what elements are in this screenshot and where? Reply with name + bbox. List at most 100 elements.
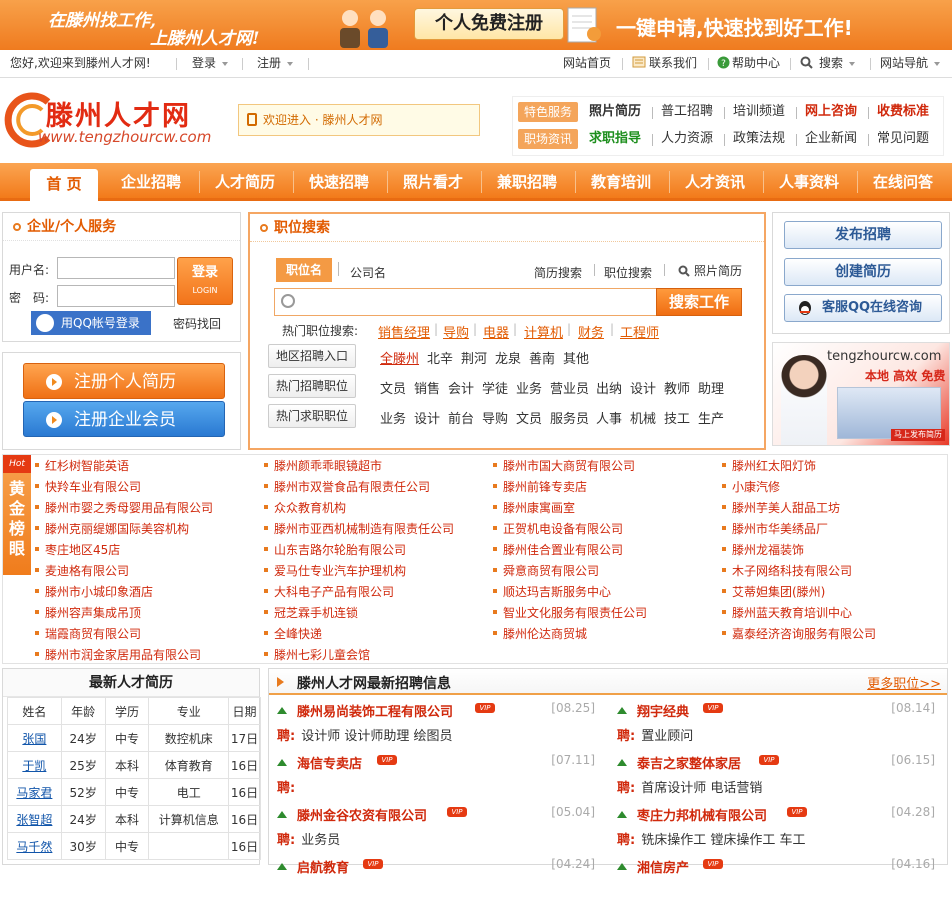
nav-talent-news[interactable]: 人才资讯 xyxy=(670,163,760,201)
job-company[interactable]: 枣庄力邦机械有限公司 xyxy=(637,805,767,824)
hot-seeking-item[interactable]: 文员 xyxy=(516,408,542,427)
company-link[interactable]: 智业文化服务有限责任公司 xyxy=(491,604,647,621)
company-link[interactable]: 山东吉路尔轮胎有限公司 xyxy=(262,541,406,558)
quick-link-job-guide[interactable]: 求职指导 xyxy=(589,126,641,152)
job-company[interactable]: 启航教育 xyxy=(297,857,349,876)
company-link[interactable]: 全峰快递 xyxy=(262,625,322,642)
region-item[interactable]: 其他 xyxy=(563,348,589,367)
contact-link[interactable]: 联系我们 xyxy=(632,50,697,77)
company-link[interactable]: 滕州蓝天教育培训中心 xyxy=(720,604,852,621)
company-link[interactable]: 爱马仕专业汽车护理机构 xyxy=(262,562,406,579)
create-resume-button[interactable]: 创建简历 xyxy=(784,258,942,286)
nav-resumes[interactable]: 人才简历 xyxy=(200,163,290,201)
hot-hiring-item[interactable]: 营业员 xyxy=(550,378,589,397)
quick-link-photo-resume[interactable]: 照片简历 xyxy=(589,99,641,125)
job-positions[interactable]: 聘: xyxy=(277,777,301,796)
quick-link-hr[interactable]: 人力资源 xyxy=(661,126,713,152)
qq-support-button[interactable]: 客服QQ在线咨询 xyxy=(784,294,942,322)
login-button[interactable]: 登录 LOGIN xyxy=(177,257,233,305)
company-link[interactable]: 冠芝霖手机连锁 xyxy=(262,604,358,621)
company-link[interactable]: 滕州芋美人甜品工坊 xyxy=(720,499,840,516)
region-item[interactable]: 全滕州 xyxy=(380,348,419,367)
username-input[interactable] xyxy=(57,257,175,279)
resume-search-link[interactable]: 简历搜索 xyxy=(534,264,582,281)
quick-link-faq[interactable]: 常见问题 xyxy=(877,126,929,152)
company-link[interactable]: 滕州佳合置业有限公司 xyxy=(491,541,623,558)
company-link[interactable]: 众众教育机构 xyxy=(262,499,346,516)
quick-link-worker-jobs[interactable]: 普工招聘 xyxy=(661,99,713,125)
free-register-button[interactable]: 个人免费注册 xyxy=(414,8,564,40)
company-link[interactable]: 滕州市润金家居用品有限公司 xyxy=(33,646,201,663)
company-link[interactable]: 滕州前锋专卖店 xyxy=(491,478,587,495)
hot-hiring-item[interactable]: 教师 xyxy=(664,378,690,397)
company-link[interactable]: 滕州红太阳灯饰 xyxy=(720,457,816,474)
hot-seeking-item[interactable]: 导购 xyxy=(482,408,508,427)
job-positions[interactable]: 聘: 置业顾问 xyxy=(617,725,693,744)
job-positions[interactable]: 聘: 铣床操作工 镗床操作工 车工 xyxy=(617,829,805,848)
company-link[interactable]: 顺达玛吉斯服务中心 xyxy=(491,583,611,600)
nav-home[interactable]: 首 页 xyxy=(30,169,98,201)
nav-education[interactable]: 教育培训 xyxy=(576,163,666,201)
table-row[interactable]: 张国 24岁 中专 数控机床 17日 xyxy=(7,724,261,752)
job-company[interactable]: 滕州金谷农资有限公司 xyxy=(297,805,427,824)
company-link[interactable]: 滕州市双誉食品有限责任公司 xyxy=(262,478,430,495)
hot-seeking-item[interactable]: 技工 xyxy=(664,408,690,427)
company-link[interactable]: 滕州容声集成吊顶 xyxy=(33,604,141,621)
company-link[interactable]: 小康汽修 xyxy=(720,478,780,495)
region-item[interactable]: 龙泉 xyxy=(495,348,521,367)
hot-hiring-item[interactable]: 学徒 xyxy=(482,378,508,397)
nav-photo-talent[interactable]: 照片看才 xyxy=(388,163,478,201)
resume-name[interactable]: 马家君 xyxy=(7,778,62,806)
help-link[interactable]: ? 帮助中心 xyxy=(717,50,780,77)
hot-hiring-item[interactable]: 出纳 xyxy=(596,378,622,397)
job-company[interactable]: 海信专卖店 xyxy=(297,753,362,772)
hot-seeking-item[interactable]: 前台 xyxy=(448,408,474,427)
company-link[interactable]: 滕州市华美绣品厂 xyxy=(720,520,828,537)
hot-hiring-item[interactable]: 会计 xyxy=(448,378,474,397)
publish-job-button[interactable]: 发布招聘 xyxy=(784,221,942,249)
company-link[interactable]: 滕州伦达商贸城 xyxy=(491,625,587,642)
nav-hr-docs[interactable]: 人事资料 xyxy=(764,163,854,201)
region-item[interactable]: 荆河 xyxy=(461,348,487,367)
job-positions[interactable]: 聘: 业务员 xyxy=(277,829,340,848)
hot-keyword[interactable]: 工程师 xyxy=(620,322,659,341)
tab-company-name[interactable]: 公司名 xyxy=(350,264,386,281)
search-link[interactable]: 搜索 xyxy=(800,50,856,77)
company-link[interactable]: 快羚车业有限公司 xyxy=(33,478,141,495)
promo-banner[interactable]: tengzhourcw.com 本地 高效 免费 马上发布简历 xyxy=(772,342,950,446)
job-positions[interactable]: 聘: 首席设计师 电话营销 xyxy=(617,777,762,796)
hot-hiring-item[interactable]: 文员 xyxy=(380,378,406,397)
register-link[interactable]: 注册 xyxy=(257,50,294,77)
hot-seeking-item[interactable]: 服务员 xyxy=(550,408,589,427)
region-item[interactable]: 北辛 xyxy=(427,348,453,367)
table-row[interactable]: 马家君 52岁 中专 电工 16日 xyxy=(7,778,261,806)
search-job-button[interactable]: 搜索工作 xyxy=(656,288,742,316)
hot-seeking-item[interactable]: 设计 xyxy=(414,408,440,427)
company-link[interactable]: 红杉树智能英语 xyxy=(33,457,129,474)
photo-resume-link[interactable]: 照片简历 xyxy=(678,262,742,279)
job-company[interactable]: 翔宇经典 xyxy=(637,701,689,720)
resume-name[interactable]: 马千然 xyxy=(7,832,62,860)
company-link[interactable]: 艾蒂妲集团(滕州) xyxy=(720,583,825,600)
hot-keyword[interactable]: 销售经理 xyxy=(378,322,430,341)
hot-keyword[interactable]: 财务 xyxy=(578,322,604,341)
job-search-link[interactable]: 职位搜索 xyxy=(604,264,652,281)
quick-link-policy[interactable]: 政策法规 xyxy=(733,126,785,152)
quick-link-company-news[interactable]: 企业新闻 xyxy=(805,126,857,152)
company-link[interactable]: 枣庄地区45店 xyxy=(33,541,120,558)
company-link[interactable]: 滕州七彩儿童会馆 xyxy=(262,646,370,663)
hot-keyword[interactable]: 电器 xyxy=(483,322,509,341)
company-link[interactable]: 木子网络科技有限公司 xyxy=(720,562,852,579)
more-jobs-link[interactable]: 更多职位>> xyxy=(867,673,941,692)
find-password-link[interactable]: 密码找回 xyxy=(173,315,221,332)
nav-parttime[interactable]: 兼职招聘 xyxy=(482,163,572,201)
company-link[interactable]: 麦迪格有限公司 xyxy=(33,562,129,579)
resume-name[interactable]: 张国 xyxy=(7,724,62,752)
site-logo[interactable]: 滕州人才网 www.tengzhourcw.com xyxy=(4,88,234,154)
company-link[interactable]: 滕州市婴之秀母婴用品有限公司 xyxy=(33,499,213,516)
hot-hiring-item[interactable]: 销售 xyxy=(414,378,440,397)
login-link[interactable]: 登录 xyxy=(192,50,229,77)
quick-link-pricing[interactable]: 收费标准 xyxy=(877,99,929,125)
quick-link-online-consult[interactable]: 网上咨询 xyxy=(805,99,857,125)
company-link[interactable]: 大科电子产品有限公司 xyxy=(262,583,394,600)
